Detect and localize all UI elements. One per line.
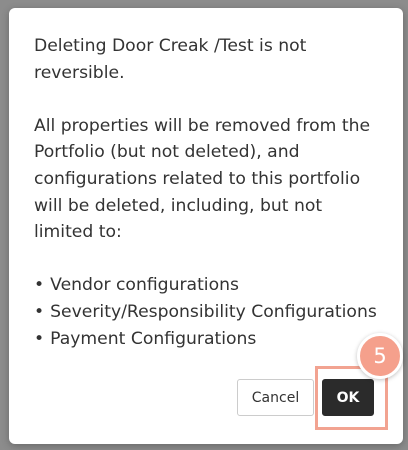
list-item: Vendor configurations xyxy=(34,272,379,299)
dialog-message: Deleting Door Creak /Test is not reversi… xyxy=(34,33,379,352)
list-item: Payment Configurations xyxy=(34,326,379,353)
affected-configurations-list: Vendor configurations Severity/Responsib… xyxy=(34,272,379,352)
deletion-details: All properties will be removed from the … xyxy=(34,115,371,243)
list-item: Severity/Responsibility Configurations xyxy=(34,299,379,326)
delete-portfolio-dialog: Deleting Door Creak /Test is not reversi… xyxy=(9,8,403,444)
irreversible-warning: Deleting Door Creak /Test is not reversi… xyxy=(34,36,307,83)
step-number-badge: 5 xyxy=(357,333,403,379)
cancel-button[interactable]: Cancel xyxy=(237,379,314,416)
ok-button[interactable]: OK xyxy=(322,379,374,416)
